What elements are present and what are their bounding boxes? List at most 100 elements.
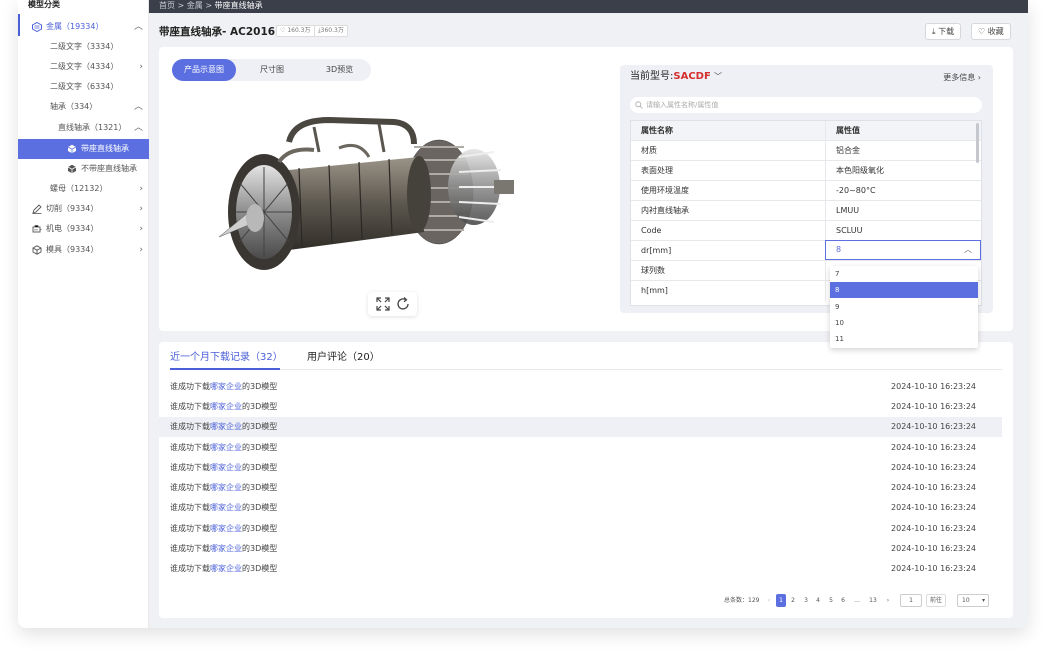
record-suffix: 的3D模型 xyxy=(242,524,278,533)
list-item: 谁成功下载哪家企业的3D模型 2024-10-10 16:23:24 xyxy=(159,498,1002,518)
goto-page-input[interactable]: 1 xyxy=(900,594,922,607)
sidebar-title: 模型分类 xyxy=(28,0,60,9)
sidebar-item-label: 二级文字（6334） xyxy=(50,82,119,91)
page-title: 带座直线轴承- AC2016 xyxy=(159,26,276,38)
more-info-link[interactable]: 更多信息 › xyxy=(943,72,981,83)
list-item: 谁成功下载哪家企业的3D模型 2024-10-10 16:23:24 xyxy=(159,397,1002,417)
property-name: Code xyxy=(631,221,826,241)
list-item: 谁成功下载哪家企业的3D模型 2024-10-10 16:23:24 xyxy=(159,539,1002,559)
cube-icon xyxy=(67,164,77,173)
chevron-right-icon: › xyxy=(139,62,143,72)
company-link[interactable]: 哪家企业 xyxy=(210,443,242,452)
property-value: 铝合金 xyxy=(836,146,860,155)
sidebar-item-level2-c[interactable]: 二级文字（6334） xyxy=(18,77,149,97)
sidebar-item-level2-b[interactable]: 二级文字（4334） › xyxy=(18,57,149,77)
dropdown-option[interactable]: 7 xyxy=(830,266,978,282)
chevron-right-icon: › xyxy=(977,73,981,82)
page-button[interactable]: 13 xyxy=(868,594,878,607)
category-sidebar: 模型分类 金属（19334） ︿ 二级文字（3334） 二级文字（4334） ›… xyxy=(18,0,149,628)
company-link[interactable]: 哪家企业 xyxy=(210,544,242,553)
tab-3d-preview[interactable]: 3D预览 xyxy=(308,59,371,81)
company-link[interactable]: 哪家企业 xyxy=(210,483,242,492)
sidebar-item-housed-linear-bearing[interactable]: 带座直线轴承 xyxy=(18,139,149,159)
goto-page-button[interactable]: 前往 xyxy=(926,594,946,607)
sidebar-item-cutting[interactable]: 切削（9334） › xyxy=(18,199,149,219)
favorite-button-label: 收藏 xyxy=(987,27,1004,36)
property-name: 材质 xyxy=(631,141,826,161)
download-button-label: 下载 xyxy=(938,27,955,36)
table-row: 内衬直线轴承 LMUU xyxy=(631,201,981,221)
sidebar-item-label: 螺母（12132） xyxy=(50,184,108,193)
page-button[interactable]: 3 xyxy=(801,594,811,607)
table-row: dr[mm] 8 ︿ xyxy=(631,240,981,261)
list-item: 谁成功下载哪家企业的3D模型 2024-10-10 16:23:24 xyxy=(159,377,1002,397)
breadcrumb-home[interactable]: 首页 xyxy=(159,1,175,10)
page-button[interactable]: 1 xyxy=(776,594,786,607)
chevron-up-icon: ︿ xyxy=(133,123,143,133)
record-time: 2024-10-10 16:23:24 xyxy=(891,463,976,472)
sidebar-item-nut[interactable]: 螺母（12132） › xyxy=(18,179,149,199)
breadcrumb-separator: > xyxy=(177,1,185,10)
property-name: dr[mm] xyxy=(631,241,826,261)
list-item: 谁成功下载哪家企业的3D模型 2024-10-10 16:23:24 xyxy=(159,519,1002,539)
sidebar-item-bearing[interactable]: 轴承（334） ︿ xyxy=(18,97,149,117)
tab-user-comments[interactable]: 用户评论（20） xyxy=(307,351,380,365)
company-link[interactable]: 哪家企业 xyxy=(210,524,242,533)
sidebar-item-mold[interactable]: 模具（9334） › xyxy=(18,240,149,260)
record-time: 2024-10-10 16:23:24 xyxy=(891,402,976,411)
prev-page-button[interactable]: ‹ xyxy=(764,594,774,607)
sidebar-item-label: 切削（9334） xyxy=(46,204,99,213)
company-link[interactable]: 哪家企业 xyxy=(210,463,242,472)
tab-product-image[interactable]: 产品示意图 xyxy=(172,59,236,81)
sidebar-item-level2-a[interactable]: 二级文字（3334） xyxy=(18,37,149,57)
sidebar-item-label: 带座直线轴承 xyxy=(81,144,129,153)
list-item: 谁成功下载哪家企业的3D模型 2024-10-10 16:23:24 xyxy=(159,478,1002,498)
sidebar-item-electromechanical[interactable]: 机电（9334） › xyxy=(18,219,149,239)
record-suffix: 的3D模型 xyxy=(242,402,278,411)
favorite-button[interactable]: ♡ 收藏 xyxy=(971,23,1011,40)
search-icon xyxy=(635,101,643,109)
record-prefix: 谁成功下载 xyxy=(170,503,210,512)
company-link[interactable]: 哪家企业 xyxy=(210,382,242,391)
property-search-input[interactable]: 请输入属性名称/属性值 xyxy=(630,97,982,113)
view-tabs: 产品示意图 尺寸图 3D预览 xyxy=(172,59,371,81)
dropdown-option[interactable]: 10 xyxy=(830,315,978,331)
record-prefix: 谁成功下载 xyxy=(170,463,210,472)
caret-down-icon: ▾ xyxy=(981,597,985,604)
dropdown-option-selected[interactable]: 8 xyxy=(830,282,978,298)
tab-download-records[interactable]: 近一个月下载记录（32） xyxy=(170,351,283,365)
page-button[interactable]: 5 xyxy=(826,594,836,607)
dr-select[interactable]: 8 ︿ xyxy=(825,240,981,260)
chevron-right-icon: › xyxy=(139,224,143,234)
next-page-button[interactable]: › xyxy=(883,594,893,607)
tab-dimension-drawing[interactable]: 尺寸图 xyxy=(240,59,304,81)
dropdown-option[interactable]: 11 xyxy=(830,331,978,347)
current-model-selector[interactable]: 当前型号:SACDF ﹀ xyxy=(630,70,722,84)
company-link[interactable]: 哪家企业 xyxy=(210,422,242,431)
table-row: 表面处理 本色阳级氧化 xyxy=(631,161,981,181)
heart-icon: ♡ xyxy=(280,27,286,34)
sidebar-item-linear-bearing[interactable]: 直线轴承（1321） ︿ xyxy=(18,118,149,138)
dr-select-value: 8 xyxy=(836,245,842,254)
page-button[interactable]: 2 xyxy=(788,594,798,607)
refresh-icon[interactable] xyxy=(395,296,411,312)
table-scrollbar[interactable] xyxy=(976,123,979,163)
sidebar-item-label: 机电（9334） xyxy=(46,224,99,233)
cube-icon xyxy=(67,144,77,153)
download-button[interactable]: ⤓ 下载 xyxy=(925,23,962,40)
dropdown-option[interactable]: 9 xyxy=(830,299,978,315)
record-prefix: 谁成功下载 xyxy=(170,564,210,573)
sidebar-item-metal[interactable]: 金属（19334） ︿ xyxy=(18,17,149,37)
chevron-up-icon: ︿ xyxy=(133,22,143,32)
page-button[interactable]: 4 xyxy=(813,594,823,607)
company-link[interactable]: 哪家企业 xyxy=(210,402,242,411)
sidebar-item-unhoused-linear-bearing[interactable]: 不带座直线轴承 xyxy=(18,159,149,179)
breadcrumb-metal[interactable]: 金属 xyxy=(187,1,203,10)
page-button[interactable]: 6 xyxy=(838,594,848,607)
breadcrumb-separator: > xyxy=(205,1,213,10)
company-link[interactable]: 哪家企业 xyxy=(210,503,242,512)
page-size-select[interactable]: 10 ▾ xyxy=(957,594,989,607)
company-link[interactable]: 哪家企业 xyxy=(210,564,242,573)
page-ellipsis[interactable]: ... xyxy=(852,594,862,607)
fullscreen-icon[interactable] xyxy=(375,296,391,312)
